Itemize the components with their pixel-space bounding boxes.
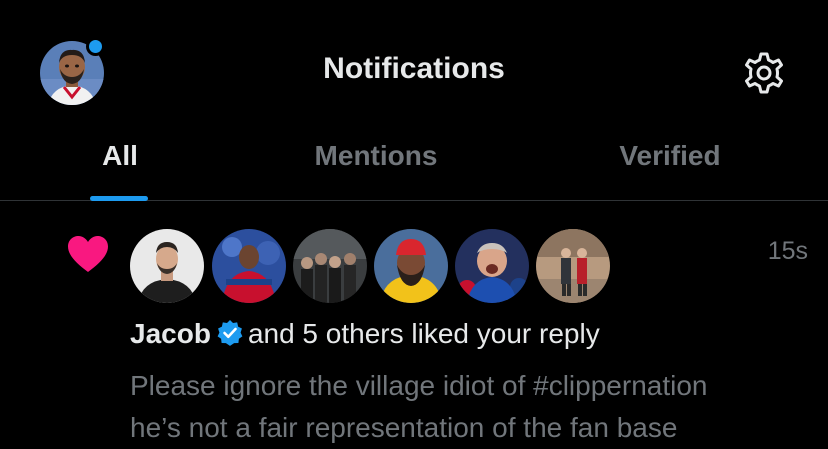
notification-timestamp: 15s — [767, 237, 808, 265]
tab-verified[interactable]: Verified — [570, 140, 770, 172]
notification-summary: Jacob and 5 others liked your reply — [130, 318, 600, 350]
reply-preview-line: he’s not a fair representation of the fa… — [130, 412, 678, 443]
liker-avatar[interactable] — [293, 229, 367, 303]
notification-item[interactable]: 15s Jacob and 5 others liked your reply … — [0, 201, 828, 449]
tab-mentions[interactable]: Mentions — [276, 140, 476, 172]
liker-avatar[interactable] — [374, 229, 448, 303]
settings-button[interactable] — [740, 49, 788, 97]
liker-avatar[interactable] — [455, 229, 529, 303]
actor-name[interactable]: Jacob — [130, 318, 211, 349]
action-text: and 5 others liked your reply — [247, 318, 600, 349]
liker-avatar[interactable] — [536, 229, 610, 303]
reply-preview-line: Please ignore the village idiot of #clip… — [130, 370, 708, 401]
tab-all[interactable]: All — [60, 140, 180, 172]
verified-badge-icon — [217, 320, 243, 346]
liker-avatar[interactable] — [130, 229, 204, 303]
heart-icon — [66, 234, 110, 274]
page-title: Notifications — [323, 52, 505, 85]
notifications-header: Notifications All Mentions Verified — [0, 0, 828, 201]
gear-icon — [745, 52, 783, 94]
liker-avatar[interactable] — [212, 229, 286, 303]
reply-preview: Please ignore the village idiot of #clip… — [130, 365, 708, 449]
